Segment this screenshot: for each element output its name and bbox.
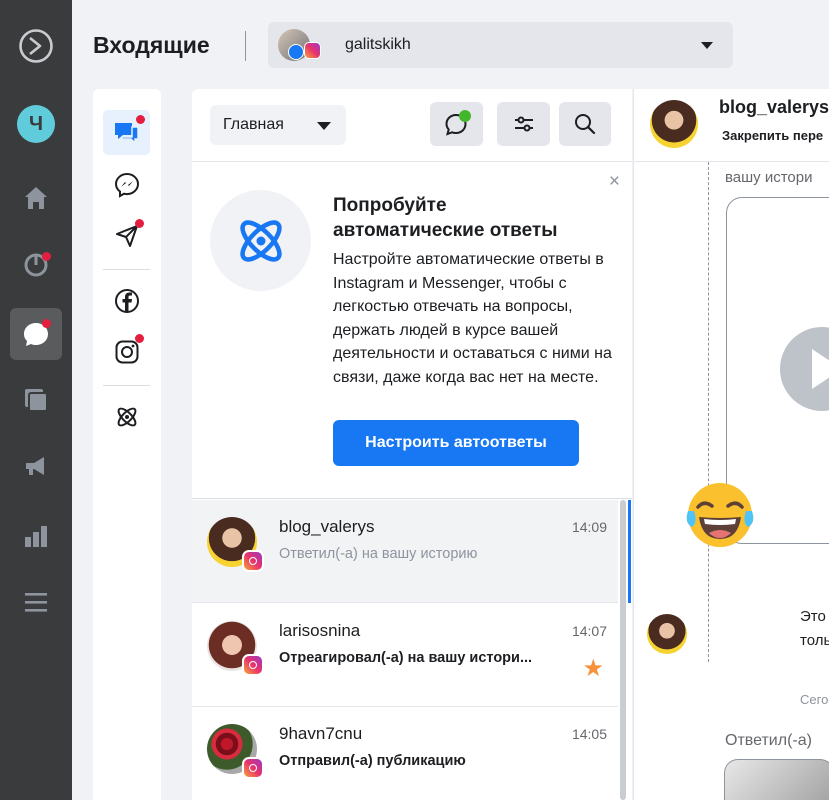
avatar[interactable] <box>650 100 698 148</box>
conversation-name: larisosnina <box>279 621 361 640</box>
pin-button[interactable]: Закрепить пере <box>722 128 823 143</box>
automation-promo-card: × Попробуйте автоматические ответы Настр… <box>192 163 632 499</box>
account-selector[interactable]: galitskikh <box>268 22 733 68</box>
folder-dropdown[interactable]: Главная <box>210 105 346 145</box>
scrollbar-thumb[interactable] <box>620 500 626 800</box>
selected-indicator <box>628 500 631 603</box>
menu-icon[interactable] <box>10 576 62 628</box>
conversation-name: 9havn7cnu <box>279 724 363 743</box>
message-text: Это <box>800 608 826 625</box>
conversation-item[interactable]: blog_valerys 14:09 Ответил(-а) на вашу и… <box>192 500 618 603</box>
send-icon[interactable] <box>103 213 150 258</box>
list-toolbar: Главная <box>192 89 632 162</box>
profile-avatar[interactable]: Ч <box>10 98 62 150</box>
conversation-preview: Отреагировал(-а) на вашу истори... <box>279 650 533 666</box>
main-nav-sidebar: Ч <box>0 0 72 800</box>
conversation-time: 14:05 <box>571 726 607 742</box>
chevron-down-icon <box>701 42 713 49</box>
account-name: galitskikh <box>345 36 411 53</box>
insights-chart-icon[interactable] <box>10 510 62 562</box>
logo-icon[interactable] <box>10 20 62 72</box>
facebook-icon[interactable] <box>103 278 150 323</box>
home-icon[interactable] <box>10 172 62 224</box>
avatar: Ч <box>17 105 55 143</box>
inbox-icon[interactable] <box>10 308 62 360</box>
promo-text: Настройте автоматические ответы в Instag… <box>333 251 612 386</box>
pages-icon[interactable] <box>10 374 62 426</box>
message-text: толь <box>800 632 829 649</box>
story-caption: вашу истори <box>725 169 813 186</box>
conversation-name: blog_valerys <box>279 517 375 536</box>
search-icon <box>575 114 596 135</box>
filters-button[interactable] <box>497 102 550 146</box>
ads-megaphone-icon[interactable] <box>10 440 62 492</box>
instagram-badge-icon <box>242 550 264 572</box>
instagram-badge-icon <box>242 654 264 676</box>
promo-title: Попробуйте автоматические ответы <box>333 195 558 241</box>
story-thumbnail[interactable] <box>724 759 829 800</box>
automation-atom-icon <box>210 190 311 291</box>
messenger-icon[interactable] <box>103 162 150 207</box>
page-title: Входящие <box>93 32 210 58</box>
instagram-badge-icon <box>304 42 321 59</box>
avatar <box>647 614 687 654</box>
conversation-time: 14:07 <box>571 623 607 639</box>
activity-icon[interactable] <box>10 238 62 290</box>
new-message-button[interactable] <box>430 102 483 146</box>
conversation-time: 14:09 <box>571 519 607 535</box>
conversation-preview: Ответил(-а) на вашу историю <box>279 546 478 562</box>
chat-panel: blog_valerys Закрепить пере вашу истори … <box>633 89 829 800</box>
chat-bubble-icon <box>444 110 471 136</box>
conversation-preview: Отправил(-а) публикацию <box>279 753 466 769</box>
conversation-item[interactable]: larisosnina 14:07 Отреагировал(-а) на ва… <box>192 604 618 707</box>
date-separator: Сего <box>800 692 829 707</box>
reply-caption: Ответил(-а) <box>725 732 812 749</box>
folder-dropdown-label: Главная <box>223 116 284 133</box>
conversation-list-panel: Главная × Попробуйте автоматические отве… <box>192 89 632 800</box>
divider <box>103 269 150 270</box>
search-button[interactable] <box>559 102 611 146</box>
instagram-badge-icon <box>242 757 264 779</box>
sliders-icon <box>514 116 533 132</box>
close-icon[interactable]: × <box>609 171 620 193</box>
header-divider <box>245 31 246 61</box>
conversation-item[interactable]: 9havn7cnu 14:05 Отправил(-а) публикацию <box>192 707 618 800</box>
setup-auto-replies-button[interactable]: Настроить автоответы <box>333 420 579 466</box>
all-messages-icon[interactable] <box>103 110 150 155</box>
chat-header: blog_valerys Закрепить пере <box>634 89 829 162</box>
chat-contact-name[interactable]: blog_valerys <box>719 97 829 118</box>
laughing-emoji-icon <box>686 481 754 549</box>
automation-atom-icon[interactable] <box>103 394 150 439</box>
thread-line <box>708 162 709 662</box>
chevron-down-icon <box>317 122 331 130</box>
channel-filter-panel <box>93 89 161 800</box>
instagram-icon[interactable] <box>103 329 150 374</box>
divider <box>103 385 150 386</box>
star-icon[interactable]: ★ <box>582 654 604 683</box>
facebook-badge-icon <box>288 44 304 60</box>
